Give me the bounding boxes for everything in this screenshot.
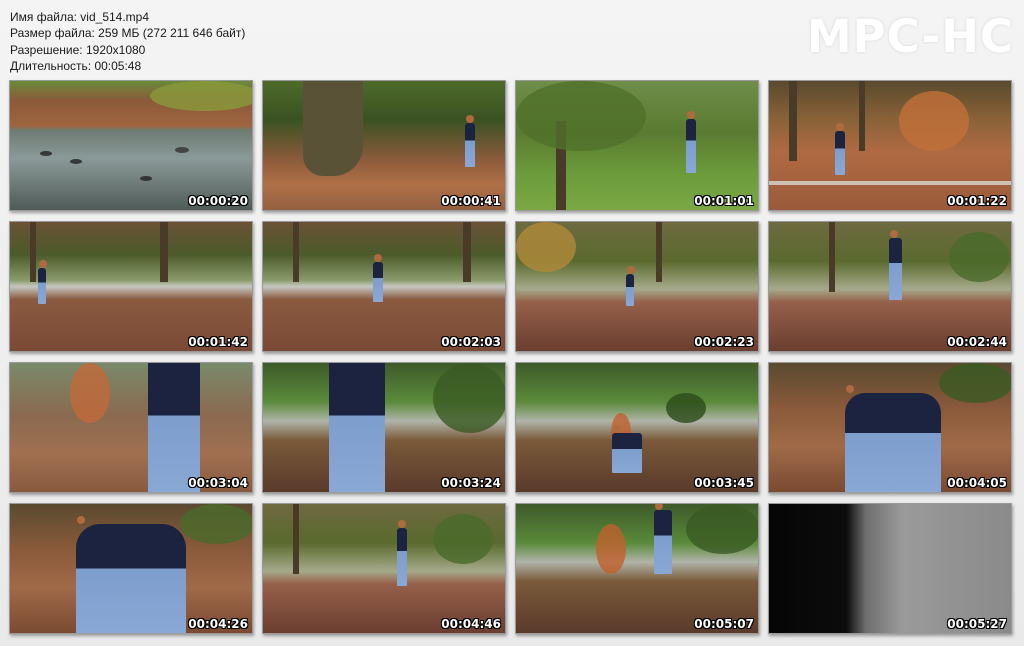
person-figure [76,516,186,633]
frame-image [263,222,505,351]
person-figure [835,123,845,175]
foliage [516,81,646,151]
timestamp: 00:02:03 [441,335,501,349]
person-figure [148,363,200,492]
person-figure [889,230,902,300]
frame-image [769,363,1011,492]
foliage [666,393,706,423]
frame-image [769,81,1011,210]
thumbnail-1[interactable]: 00:00:20 [9,80,253,211]
foliage [516,222,576,272]
tree-trunk [30,222,36,282]
timestamp: 00:02:44 [947,335,1007,349]
timestamp: 00:05:27 [947,617,1007,631]
foliage [433,363,505,433]
foliage [596,524,626,574]
thumbnail-8[interactable]: 00:02:44 [768,221,1012,352]
tree-trunk [789,81,797,161]
duck [70,159,82,164]
frame-image [10,504,252,633]
timestamp: 00:04:46 [441,617,501,631]
thumbnail-13[interactable]: 00:04:26 [9,503,253,634]
foliage [433,514,493,564]
frame-image [516,504,758,633]
timestamp: 00:00:41 [441,194,501,208]
timestamp: 00:01:42 [188,335,248,349]
thumbnail-7[interactable]: 00:02:23 [515,221,759,352]
tree-trunk [829,222,835,292]
tree-trunk [463,222,471,282]
timestamp: 00:01:01 [694,194,754,208]
frame-image [10,81,252,210]
timestamp: 00:03:04 [188,476,248,490]
person-figure [654,504,672,574]
frame-image [10,363,252,492]
tree-trunk [293,222,299,282]
mpc-hc-logo: MPC-HC [806,10,1014,63]
timestamp: 00:02:23 [694,335,754,349]
person-figure [845,385,941,492]
frame-image [516,81,758,210]
thumbnail-4[interactable]: 00:01:22 [768,80,1012,211]
path [769,181,1011,185]
person-figure [626,266,635,306]
tree-trunk [293,504,299,574]
foliage [150,81,252,111]
timestamp: 00:03:24 [441,476,501,490]
frame-image [516,363,758,492]
thumbnail-3[interactable]: 00:01:01 [515,80,759,211]
thumbnail-15[interactable]: 00:05:07 [515,503,759,634]
foliage [180,504,252,544]
timestamp: 00:04:26 [188,617,248,631]
foliage [939,363,1011,403]
frame-image [769,222,1011,351]
thumbnail-10[interactable]: 00:03:24 [262,362,506,493]
duck [40,151,52,156]
timestamp: 00:04:05 [947,476,1007,490]
thumbnail-2[interactable]: 00:00:41 [262,80,506,211]
timestamp: 00:03:45 [694,476,754,490]
foliage [899,91,969,151]
person-figure [465,115,475,167]
frame-image [263,504,505,633]
frame-image [10,222,252,351]
timestamp: 00:00:20 [188,194,248,208]
thumbnail-14[interactable]: 00:04:46 [262,503,506,634]
frame-image [263,363,505,492]
timestamp: 00:01:22 [947,194,1007,208]
tree-trunk [859,81,865,151]
person-figure [612,425,642,473]
tree-trunk [656,222,662,282]
person-figure [373,254,383,302]
frame-image [769,504,1011,633]
thumbnail-grid: 00:00:20 00:00:41 00:01:01 00:01:22 00:0… [9,80,1015,636]
resolution: Разрешение: 1920x1080 [10,42,146,57]
foliage [686,504,758,554]
person-figure [329,363,385,492]
duck [175,147,189,153]
frame-image [263,81,505,210]
foliage [70,363,110,423]
thumbnail-6[interactable]: 00:02:03 [262,221,506,352]
file-size: Размер файла: 259 МБ (272 211 646 байт) [10,26,246,41]
person-figure [397,520,407,586]
thumbnail-5[interactable]: 00:01:42 [9,221,253,352]
file-name: Имя файла: vid_514.mp4 [10,10,150,24]
person-figure [38,260,47,304]
thumbnail-9[interactable]: 00:03:04 [9,362,253,493]
timestamp: 00:05:07 [694,617,754,631]
person-figure [686,111,696,173]
tree-trunk [160,222,168,282]
duck [140,176,152,181]
frame-image [516,222,758,351]
thumbnail-12[interactable]: 00:04:05 [768,362,1012,493]
tree-trunk [303,81,363,176]
duration: Длительность: 00:05:48 [10,59,142,74]
file-info: Имя файла: vid_514.mp4 Размер файла: 259… [10,9,245,75]
foliage [949,232,1009,282]
thumbnail-11[interactable]: 00:03:45 [515,362,759,493]
thumbnail-16[interactable]: 00:05:27 [768,503,1012,634]
